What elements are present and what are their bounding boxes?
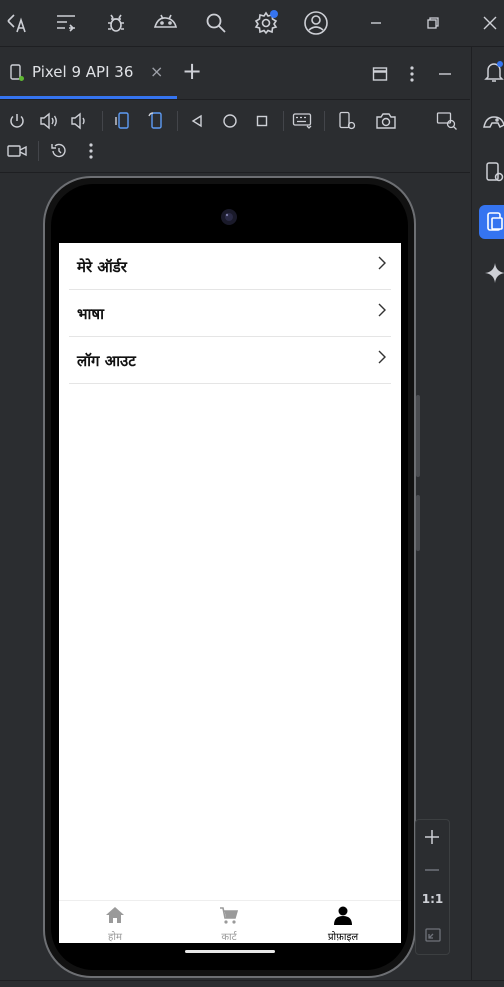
nav-cart[interactable]: कार्ट — [189, 905, 269, 943]
toolbar-more-icon[interactable] — [81, 140, 101, 162]
minimize-icon[interactable] — [366, 10, 386, 36]
device-manager-icon[interactable] — [151, 9, 181, 37]
window-layout-icon[interactable] — [370, 64, 390, 84]
hide-panel-icon[interactable] — [435, 64, 455, 84]
tab-active-indicator — [0, 96, 177, 99]
menu-item-label: मेरे ऑर्डर — [77, 258, 127, 276]
more-options-icon[interactable] — [402, 63, 422, 85]
account-icon[interactable] — [302, 9, 330, 37]
person-icon — [303, 905, 383, 927]
device-settings-icon[interactable] — [335, 110, 359, 132]
back-icon[interactable] — [187, 110, 207, 132]
menu-item-label: भाषा — [77, 305, 104, 323]
gesture-home-bar[interactable] — [185, 950, 275, 953]
tab-close-icon[interactable]: × — [150, 62, 163, 81]
title-bar — [0, 0, 504, 47]
new-tab-button[interactable]: + — [182, 57, 202, 85]
chevron-right-icon — [377, 349, 387, 365]
search-icon[interactable] — [203, 10, 229, 36]
volume-up-icon[interactable] — [37, 110, 61, 132]
list-menu-icon[interactable] — [53, 10, 79, 36]
chevron-right-icon — [377, 255, 387, 271]
snapshot-restore-icon[interactable] — [47, 140, 71, 162]
tab-label: Pixel 9 API 36 — [32, 63, 134, 81]
device-explorer-icon[interactable] — [482, 159, 504, 185]
toolbar-separator — [283, 111, 284, 131]
gemini-sparkle-icon[interactable] — [483, 260, 504, 286]
tab-pixel-9-api-36[interactable]: Pixel 9 API 36 × — [0, 47, 177, 99]
settings-gear-icon[interactable] — [252, 9, 280, 37]
translate-icon[interactable] — [4, 10, 30, 36]
rotate-right-icon[interactable] — [145, 110, 169, 132]
toolbar-separator — [324, 111, 325, 131]
notifications-bell-icon[interactable] — [482, 59, 504, 85]
video-record-icon[interactable] — [5, 140, 29, 162]
front-camera — [216, 202, 242, 232]
close-window-icon[interactable] — [480, 10, 500, 36]
running-devices-button[interactable] — [479, 205, 504, 239]
zoom-out-icon[interactable] — [421, 859, 443, 881]
toolbar-separator — [38, 141, 39, 161]
nav-label: कार्ट — [221, 932, 237, 943]
restore-icon[interactable] — [423, 10, 443, 36]
bug-icon[interactable] — [102, 9, 130, 37]
menu-item-label: लॉग आउट — [77, 352, 136, 370]
phone-volume-button[interactable] — [416, 395, 420, 477]
menu-item-logout[interactable]: लॉग आउट — [69, 337, 391, 384]
menu-item-language[interactable]: भाषा — [69, 290, 391, 337]
device-running-icon — [8, 63, 26, 83]
zoom-reset-button[interactable]: 1:1 — [416, 892, 449, 906]
volume-down-icon[interactable] — [68, 110, 92, 132]
running-devices-icon — [484, 210, 504, 234]
power-icon[interactable] — [6, 110, 28, 132]
zoom-in-icon[interactable] — [421, 826, 443, 848]
overview-square-icon[interactable] — [252, 110, 272, 132]
zoom-controls: 1:1 — [415, 819, 450, 955]
notification-dot — [270, 10, 278, 18]
app-screen: मेरे ऑर्डर भाषा लॉग आउट — [59, 243, 401, 941]
nav-home[interactable]: होम — [75, 905, 155, 943]
fit-screen-icon[interactable] — [422, 924, 444, 946]
toolbar-separator — [102, 111, 103, 131]
keyboard-icon[interactable] — [291, 110, 315, 132]
device-tab-bar: Pixel 9 API 36 × + — [0, 47, 470, 100]
gradle-elephant-icon[interactable] — [482, 109, 504, 135]
nav-label: होम — [108, 932, 122, 943]
cart-icon — [189, 905, 269, 927]
nav-label: प्रोफ़ाइल — [327, 932, 359, 943]
camera-icon[interactable] — [374, 110, 398, 132]
chevron-right-icon — [377, 302, 387, 318]
right-tool-strip — [471, 47, 504, 986]
nav-profile[interactable]: प्रोफ़ाइल — [303, 905, 383, 943]
emulator-toolbar — [0, 100, 470, 173]
menu-item-my-orders[interactable]: मेरे ऑर्डर — [69, 243, 391, 290]
screen-record-search-icon[interactable] — [435, 110, 459, 132]
toolbar-separator — [177, 111, 178, 131]
bottom-navigation: होम कार्ट प्रोफ़ाइल — [59, 900, 401, 943]
rotate-left-icon[interactable] — [111, 110, 135, 132]
home-icon — [75, 905, 155, 927]
home-circle-icon[interactable] — [219, 110, 241, 132]
phone-power-button[interactable] — [416, 495, 420, 551]
